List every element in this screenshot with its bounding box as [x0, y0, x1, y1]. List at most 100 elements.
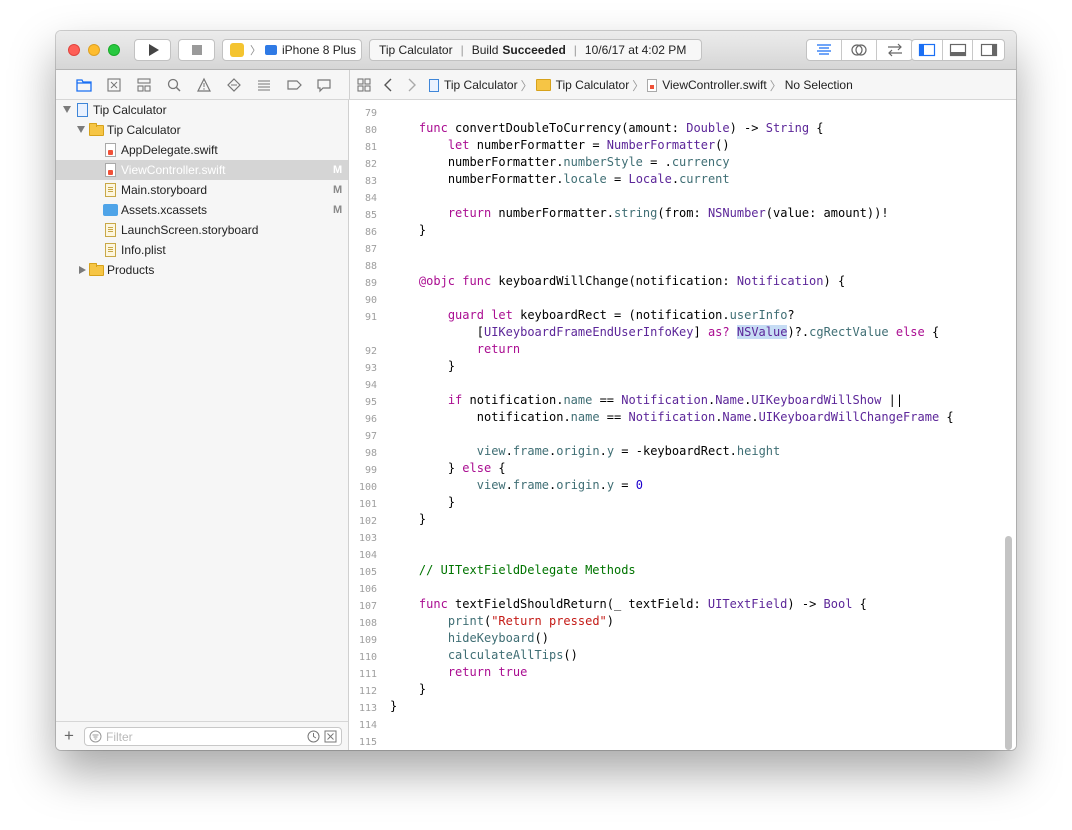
nav-item-group[interactable]: Products: [56, 260, 348, 280]
code-line: return: [476, 342, 521, 356]
scm-filter-icon[interactable]: [324, 730, 337, 743]
disclosure-expanded-icon[interactable]: [77, 126, 85, 133]
nav-item-group[interactable]: Tip Calculator: [56, 120, 348, 140]
text-align-icon: [817, 44, 831, 55]
line-number: 79: [364, 108, 377, 119]
assets-icon: [103, 204, 118, 216]
code-line: }: [418, 223, 427, 237]
nav-item-file[interactable]: LaunchScreen.storyboard: [56, 220, 348, 240]
test-navigator-tab[interactable]: [226, 77, 242, 93]
toggle-debug-area-button[interactable]: [943, 40, 974, 60]
code-line: numberFormatter.numberStyle = .currency: [447, 155, 730, 169]
search-icon: [167, 78, 181, 92]
line-number: 110: [358, 652, 377, 663]
modified-badge: M: [333, 204, 343, 216]
line-number: 103: [358, 533, 377, 544]
stop-icon: [192, 45, 202, 55]
chevron-right-icon: 〉: [520, 78, 533, 93]
nav-item-file[interactable]: Info.plist: [56, 240, 348, 260]
code-line: return true: [447, 665, 528, 679]
nav-item-label: Tip Calculator: [93, 103, 167, 117]
storyboard-file-icon: [105, 183, 116, 197]
nav-item-label: Products: [107, 263, 155, 277]
activity-viewer[interactable]: Tip Calculator | Build Succeeded | 10/6/…: [369, 39, 702, 61]
line-number: 105: [358, 567, 377, 578]
issue-navigator-tab[interactable]: [196, 77, 212, 93]
code-line: func convertDoubleToCurrency(amount: Dou…: [418, 121, 824, 135]
debug-navigator-tab[interactable]: [256, 77, 272, 93]
nav-item-project[interactable]: Tip Calculator: [56, 100, 348, 120]
symbol-navigator-tab[interactable]: [136, 77, 152, 93]
minimize-window-button[interactable]: [88, 44, 100, 56]
close-window-button[interactable]: [68, 44, 80, 56]
vertical-scrollbar[interactable]: [1005, 536, 1012, 750]
line-number: 83: [364, 176, 377, 187]
line-number: 102: [358, 516, 377, 527]
line-number: 114: [358, 720, 377, 731]
breadcrumb-item[interactable]: Tip Calculator: [556, 78, 630, 92]
nav-item-file[interactable]: Assets.xcassets M: [56, 200, 348, 220]
line-number: 93: [364, 363, 377, 374]
assistant-editor-button[interactable]: [842, 40, 877, 60]
report-navigator-tab[interactable]: [316, 77, 332, 93]
line-number: 90: [364, 295, 377, 306]
standard-editor-button[interactable]: [807, 40, 842, 60]
scheme-device-label: iPhone 8 Plus: [282, 43, 357, 57]
zoom-window-button[interactable]: [108, 44, 120, 56]
line-number: 112: [358, 686, 377, 697]
activity-app-label: Tip Calculator: [379, 43, 453, 57]
line-number: 108: [358, 618, 377, 629]
code-line: hideKeyboard(): [447, 631, 549, 645]
scheme-selector[interactable]: 〉 iPhone 8 Plus: [222, 39, 362, 61]
breadcrumb-item[interactable]: ViewController.swift: [662, 78, 766, 92]
breakpoint-navigator-tab[interactable]: [286, 77, 302, 93]
editor-mode-group: [806, 39, 913, 61]
filter-field[interactable]: Filter: [84, 727, 342, 746]
breadcrumb-item[interactable]: No Selection: [785, 78, 853, 92]
source-control-navigator-tab[interactable]: [106, 77, 122, 93]
line-number-gutter: 79 80 81 82 83 84 85 86 87 88 89 90 91 9…: [350, 100, 378, 750]
modified-badge: M: [333, 164, 343, 176]
source-editor[interactable]: 79 80 81 82 83 84 85 86 87 88 89 90 91 9…: [350, 100, 1016, 750]
line-number: 99: [364, 465, 377, 476]
line-number: 109: [358, 635, 377, 646]
line-number: 94: [364, 380, 377, 391]
code-line: func textFieldShouldReturn(_ textField: …: [418, 597, 867, 611]
disclosure-collapsed-icon[interactable]: [79, 266, 86, 274]
forward-button[interactable]: [403, 77, 419, 93]
nav-item-file-selected[interactable]: ViewController.swift M: [56, 160, 348, 180]
swift-file-icon: [647, 78, 658, 92]
code-line: } else {: [447, 461, 506, 475]
app-scheme-icon: [230, 43, 244, 57]
toggle-navigator-button[interactable]: [912, 40, 943, 60]
line-number: 95: [364, 397, 377, 408]
swift-file-icon: [105, 163, 116, 177]
toggle-utilities-button[interactable]: [973, 40, 1004, 60]
add-icon[interactable]: +: [64, 726, 74, 746]
report-icon: [317, 79, 331, 93]
code-line: [UIKeyboardFrameEndUserInfoKey] as? NSVa…: [476, 325, 940, 339]
stop-button[interactable]: [178, 39, 215, 61]
toolbar: 〉 iPhone 8 Plus Tip Calculator | Build S…: [56, 31, 1016, 70]
plist-file-icon: [105, 243, 116, 257]
line-number: 84: [364, 193, 377, 204]
find-navigator-tab[interactable]: [166, 77, 182, 93]
run-button[interactable]: [134, 39, 171, 61]
nav-item-file[interactable]: AppDelegate.swift: [56, 140, 348, 160]
recent-files-icon[interactable]: [307, 730, 320, 743]
arrows-swap-icon: [887, 43, 902, 57]
folder-icon: [89, 263, 104, 276]
folder-icon: [535, 79, 551, 91]
project-navigator-tab[interactable]: [76, 77, 92, 93]
back-button[interactable]: [381, 77, 397, 93]
right-panel-icon: [980, 43, 997, 57]
version-editor-button[interactable]: [877, 40, 912, 60]
nav-item-label: Tip Calculator: [107, 123, 181, 137]
chevron-right-icon: [408, 78, 416, 92]
line-number: 113: [358, 703, 377, 714]
related-items-button[interactable]: [356, 77, 372, 93]
nav-item-file[interactable]: Main.storyboard M: [56, 180, 348, 200]
disclosure-expanded-icon[interactable]: [63, 106, 71, 113]
breadcrumb-item[interactable]: Tip Calculator: [444, 78, 518, 92]
line-number: 104: [358, 550, 377, 561]
